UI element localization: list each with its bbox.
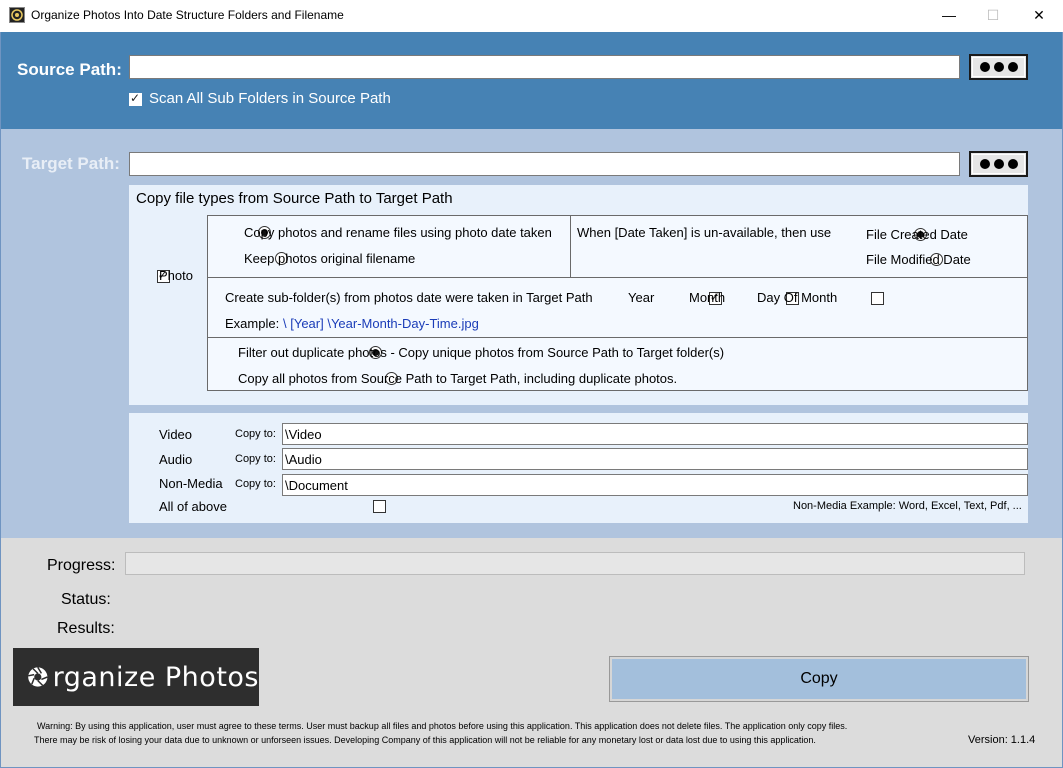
document-path-input[interactable] [282, 474, 1028, 496]
day-label: Day Of Month [757, 290, 838, 305]
audio-copy-to-label: Copy to: [235, 453, 276, 465]
all-checkbox[interactable] [372, 500, 386, 513]
results-label: Results: [57, 620, 115, 637]
month-label: Month [689, 290, 726, 305]
dot-icon [993, 159, 1004, 169]
close-button[interactable]: ✕ [1016, 0, 1062, 30]
modified-date-label: File Modified Date [866, 252, 971, 267]
progress-bar [125, 552, 1025, 575]
app-logo: rganize Photos [13, 648, 259, 706]
audio-path-input[interactable] [282, 448, 1028, 470]
source-path-input[interactable] [129, 55, 960, 79]
source-section [1, 32, 1062, 129]
window-title: Organize Photos Into Date Structure Fold… [31, 8, 344, 22]
app-icon [9, 7, 25, 23]
video-copy-to-label: Copy to: [235, 428, 276, 440]
source-browse-button[interactable] [969, 54, 1028, 80]
copy-types-heading: Copy file types from Source Path to Targ… [136, 190, 453, 207]
scan-subfolders-checkbox[interactable] [129, 91, 142, 106]
nonmedia-example: Non-Media Example: Word, Excel, Text, Pd… [793, 500, 1022, 512]
all-label: All of above [159, 499, 227, 514]
warning-line-1: Warning: By using this application, user… [37, 721, 848, 731]
maximize-button[interactable]: ☐ [970, 0, 1016, 30]
logo-text: rganize Photos [52, 661, 259, 693]
day-checkbox[interactable] [871, 292, 884, 305]
audio-label: Audio [159, 452, 193, 467]
year-label: Year [628, 290, 655, 305]
status-label: Status: [61, 591, 111, 608]
example-value: \ [Year] \Year-Month-Day-Time.jpg [283, 316, 479, 331]
video-path-input[interactable] [282, 423, 1028, 445]
video-label: Video [159, 427, 193, 442]
dot-icon [979, 159, 990, 169]
target-path-label: Target Path: [22, 154, 120, 173]
rename-option-label: Copy photos and rename files using photo… [244, 225, 552, 240]
dot-icon [979, 62, 990, 72]
source-path-label: Source Path: [17, 60, 122, 79]
keep-filename-label: Keep photos original filename [244, 251, 416, 266]
nonmedia-label: Non-Media [159, 476, 223, 491]
aperture-icon [28, 667, 48, 687]
dot-icon [1007, 62, 1018, 72]
document-copy-to-label: Copy to: [235, 478, 276, 490]
divider [570, 215, 571, 278]
created-date-label: File Created Date [866, 227, 968, 242]
minimize-button[interactable]: — [926, 0, 972, 30]
fallback-label: When [Date Taken] is un-available, then … [577, 225, 832, 240]
copy-button[interactable]: Copy [609, 656, 1029, 702]
progress-label: Progress: [47, 557, 116, 574]
dot-icon [993, 62, 1004, 72]
example-label: Example: [225, 316, 280, 331]
scan-subfolders-label: Scan All Sub Folders in Source Path [149, 90, 391, 107]
copy-all-label: Copy all photos from Source Path to Targ… [238, 371, 678, 386]
filter-duplicates-label: Filter out duplicate photos - Copy uniqu… [238, 345, 725, 360]
warning-line-2: There may be risk of losing your data du… [34, 735, 816, 745]
version-label: Version: 1.1.4 [968, 734, 1036, 746]
photo-label: Photo [159, 268, 193, 283]
dot-icon [1007, 159, 1018, 169]
target-path-input[interactable] [129, 152, 960, 176]
subfolder-label: Create sub-folder(s) from photos date we… [225, 290, 593, 305]
target-browse-button[interactable] [969, 151, 1028, 177]
title-bar: Organize Photos Into Date Structure Fold… [0, 0, 1063, 32]
